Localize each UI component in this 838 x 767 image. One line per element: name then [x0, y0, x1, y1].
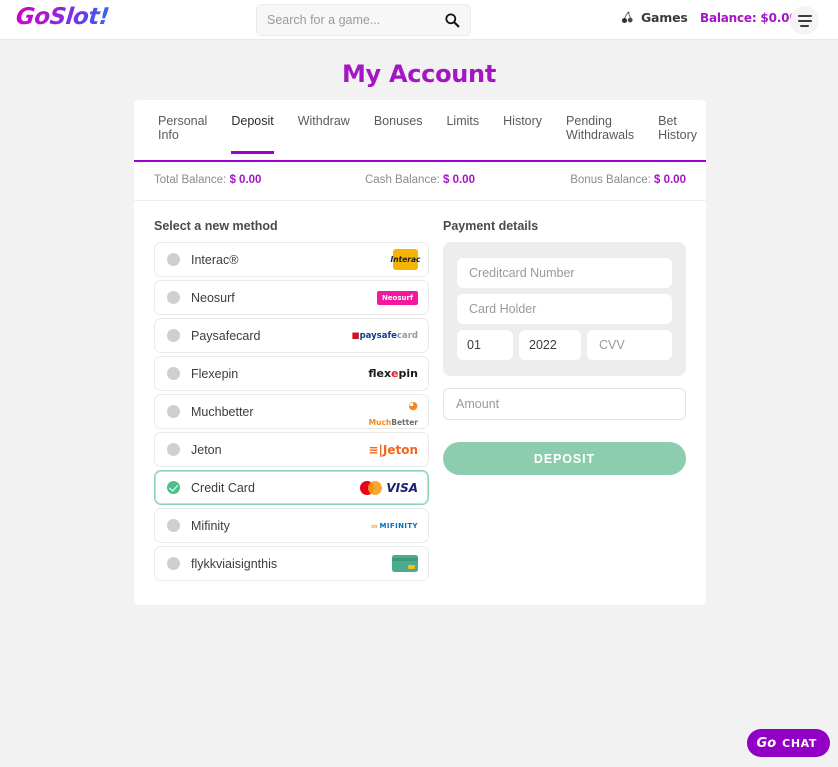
total-balance-label: Total Balance:	[154, 174, 227, 186]
credit-card-icon	[360, 552, 418, 576]
balances-row: Total Balance: $ 0.00 Cash Balance: $ 0.…	[134, 162, 706, 201]
mifinity-logo: ∞ MIFINITY	[360, 514, 418, 538]
cash-balance-value: $ 0.00	[443, 174, 475, 186]
radio-mifinity[interactable]	[167, 519, 180, 532]
games-nav-link[interactable]: Games	[620, 10, 688, 25]
method-label: Mifinity	[191, 518, 230, 533]
site-header: GoSlot! Games Balance: $0.00	[0, 0, 838, 40]
hamburger-menu-icon[interactable]	[790, 6, 819, 35]
jeton-logo: ≡|Jeton	[360, 438, 418, 462]
account-tabs: Personal Info Deposit Withdraw Bonuses L…	[134, 100, 706, 162]
expiry-month-select[interactable]: 01	[457, 330, 513, 360]
visa-logo-mark: VISA	[386, 480, 418, 495]
method-interac[interactable]: Interac® Interac	[154, 242, 429, 277]
method-label: Credit Card	[191, 480, 255, 495]
expiry-cvv-row: 01 2022	[457, 330, 672, 360]
payment-column: Payment details 01 2022 DEPOSIT	[443, 219, 686, 581]
jeton-logo-mark: ≡|Jeton	[368, 442, 418, 457]
radio-jeton[interactable]	[167, 443, 180, 456]
payment-details-title: Payment details	[443, 219, 539, 233]
search-input[interactable]	[267, 13, 444, 27]
method-label: Interac®	[191, 252, 239, 267]
paysafecard-logo-mark: ■paysafecard	[351, 330, 418, 341]
creditcard-number-input[interactable]	[457, 258, 672, 288]
radio-credit-card[interactable]	[167, 481, 180, 494]
muchbetter-logo: ◕ MuchBetter	[360, 400, 418, 426]
cvv-input[interactable]	[587, 330, 672, 360]
total-balance-value: $ 0.00	[229, 174, 262, 186]
method-label: Jeton	[191, 442, 222, 457]
site-logo[interactable]: GoSlot!	[15, 4, 111, 30]
radio-neosurf[interactable]	[167, 291, 180, 304]
games-label: Games	[641, 10, 688, 25]
tabs-underline	[134, 160, 706, 162]
flexepin-logo: flexepin	[360, 362, 418, 386]
mifinity-icon: ∞	[371, 520, 378, 531]
neosurf-logo-mark: Neosurf	[376, 290, 418, 305]
paysafecard-logo: ■paysafecard	[352, 324, 418, 348]
mastercard-visa-logo: VISA	[360, 476, 418, 500]
methods-column: Select a new method Interac® Interac Neo…	[154, 219, 429, 581]
tab-history[interactable]: History	[503, 114, 542, 162]
tab-bet-history[interactable]: Bet History	[658, 114, 697, 162]
tab-limits[interactable]: Limits	[446, 114, 479, 162]
radio-paysafecard[interactable]	[167, 329, 180, 342]
search-box[interactable]	[256, 4, 471, 36]
tab-withdraw[interactable]: Withdraw	[298, 114, 350, 162]
burger-line-2	[797, 19, 812, 22]
tab-personal-info[interactable]: Personal Info	[158, 114, 207, 162]
header-balance[interactable]: Balance: $0.00	[700, 11, 798, 25]
cash-balance: Cash Balance: $ 0.00	[331, 174, 508, 186]
interac-logo-mark: Interac	[391, 249, 421, 270]
burger-line-1	[797, 14, 812, 17]
chat-label: CHAT	[782, 736, 817, 750]
method-label: Paysafecard	[191, 328, 261, 343]
tab-bonuses[interactable]: Bonuses	[374, 114, 423, 162]
radio-flykkviaisignthis[interactable]	[167, 557, 180, 570]
method-mifinity[interactable]: Mifinity ∞ MIFINITY	[154, 508, 429, 543]
chat-widget-button[interactable]: Go CHAT	[746, 729, 830, 757]
tab-pending-withdrawals[interactable]: Pending Withdrawals	[566, 114, 634, 162]
neosurf-logo: Neosurf	[360, 286, 418, 310]
interac-logo: Interac	[360, 248, 421, 272]
search-icon[interactable]	[444, 12, 460, 28]
deposit-button[interactable]: DEPOSIT	[443, 442, 686, 475]
mifinity-logo-mark: MIFINITY	[379, 521, 418, 530]
muchbetter-logo-mark: ◕ MuchBetter	[368, 398, 418, 427]
method-paysafecard[interactable]: Paysafecard ■paysafecard	[154, 318, 429, 353]
deposit-body: Select a new method Interac® Interac Neo…	[134, 201, 706, 605]
bonus-balance: Bonus Balance: $ 0.00	[509, 174, 686, 186]
card-holder-input[interactable]	[457, 294, 672, 324]
method-credit-card[interactable]: Credit Card VISA	[154, 470, 429, 505]
bonus-balance-label: Bonus Balance:	[570, 174, 651, 186]
radio-interac[interactable]	[167, 253, 180, 266]
method-flexepin[interactable]: Flexepin flexepin	[154, 356, 429, 391]
method-label: Neosurf	[191, 290, 235, 305]
method-label: flykkviaisignthis	[191, 556, 278, 571]
method-neosurf[interactable]: Neosurf Neosurf	[154, 280, 429, 315]
tab-deposit[interactable]: Deposit	[231, 114, 275, 162]
cash-balance-label: Cash Balance:	[365, 174, 440, 186]
radio-flexepin[interactable]	[167, 367, 180, 380]
expiry-year-select[interactable]: 2022	[519, 330, 581, 360]
method-flykkviaisignthis[interactable]: flykkviaisignthis	[154, 546, 429, 581]
total-balance: Total Balance: $ 0.00	[154, 174, 331, 186]
bonus-balance-value: $ 0.00	[654, 174, 686, 186]
amount-input[interactable]	[443, 388, 686, 420]
burger-line-3	[800, 24, 809, 27]
method-jeton[interactable]: Jeton ≡|Jeton	[154, 432, 429, 467]
method-label: Muchbetter	[191, 404, 254, 419]
methods-title: Select a new method	[154, 219, 278, 233]
method-muchbetter[interactable]: Muchbetter ◕ MuchBetter	[154, 394, 429, 429]
method-label: Flexepin	[191, 366, 239, 381]
mastercard-icon	[360, 480, 383, 495]
account-card: Personal Info Deposit Withdraw Bonuses L…	[134, 100, 706, 605]
chat-go-logo: Go	[756, 735, 777, 751]
cherries-icon	[621, 11, 633, 24]
methods-list: Interac® Interac Neosurf Neosurf Paysafe…	[154, 242, 429, 581]
page-title: My Account	[341, 60, 497, 88]
flexepin-logo-mark: flexepin	[368, 367, 418, 380]
radio-muchbetter[interactable]	[167, 405, 180, 418]
payment-details-panel: 01 2022	[443, 242, 686, 376]
